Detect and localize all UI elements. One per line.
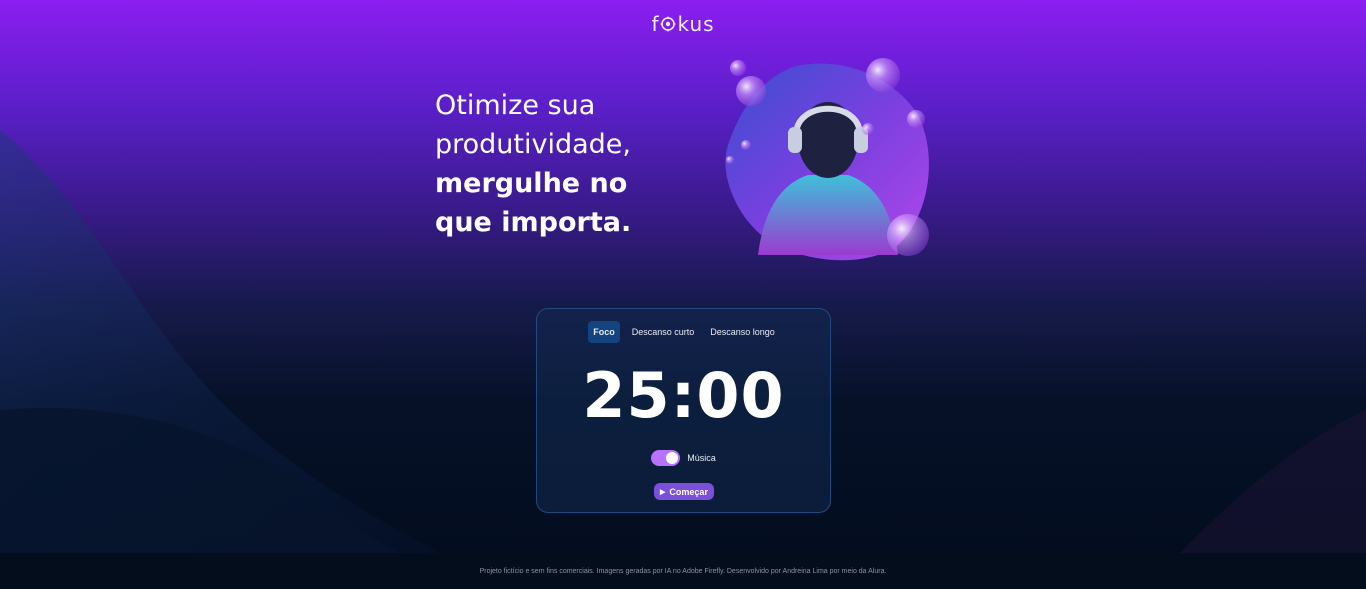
timer-card: Foco Descanso curto Descanso longo 25:00…: [536, 308, 831, 513]
tab-descanso-curto[interactable]: Descanso curto: [628, 321, 699, 343]
start-button[interactable]: ▶ Começar: [654, 483, 714, 500]
astronaut-with-headphones-illustration: [725, 58, 929, 261]
hero-line-3: mergulhe no: [435, 168, 628, 199]
toggle-knob: [666, 452, 679, 464]
fokus-logo-ring-icon: [660, 16, 676, 32]
tab-foco[interactable]: Foco: [588, 321, 620, 343]
logo-text-end: kus: [677, 12, 715, 36]
footer: Projeto fictício e sem fins comerciais. …: [0, 553, 1366, 589]
music-toggle[interactable]: [651, 450, 681, 466]
timer-tabs: Foco Descanso curto Descanso longo: [537, 321, 830, 343]
start-button-label: Começar: [669, 486, 708, 497]
hero-line-1: Otimize sua: [435, 90, 596, 121]
logo-text-start: f: [651, 12, 660, 36]
hero-line-4: que importa.: [435, 207, 632, 238]
tab-descanso-longo[interactable]: Descanso longo: [706, 321, 779, 343]
footer-text: Projeto fictício e sem fins comerciais. …: [479, 567, 887, 575]
music-label: Música: [687, 453, 716, 463]
fokus-logo[interactable]: f kus: [0, 12, 1366, 36]
hero-line-2: produtividade,: [435, 129, 632, 160]
music-toggle-row: Música: [537, 450, 830, 466]
timer-display: 25:00: [582, 359, 785, 432]
play-icon: ▶: [660, 488, 666, 496]
hero-title: Otimize sua produtividade, mergulhe no q…: [435, 86, 715, 242]
